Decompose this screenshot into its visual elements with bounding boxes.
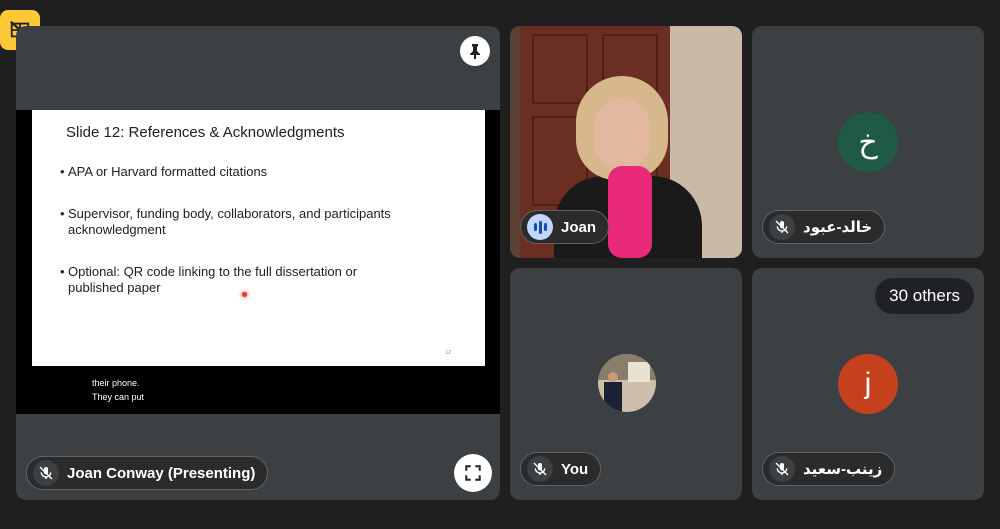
laser-pointer — [242, 292, 247, 297]
participant-name: Joan — [561, 218, 597, 236]
slide-bullet: • Supervisor, funding body, collaborators… — [60, 206, 391, 237]
pin-icon — [470, 44, 480, 59]
avatar — [598, 354, 656, 412]
participant-name: خالد-عبود — [803, 219, 873, 236]
slide-page-number: 12 — [445, 350, 451, 356]
avatar: خ — [838, 112, 898, 172]
speaking-icon — [527, 214, 553, 240]
presenter-name-pill: Joan Conway (Presenting) — [26, 456, 269, 490]
mic-off-icon — [527, 456, 553, 482]
presenter-name: Joan Conway (Presenting) — [67, 464, 256, 482]
participant-tile-khalid[interactable]: خ خالد-عبود — [752, 26, 984, 258]
caption-line: They can put — [92, 392, 145, 402]
mic-off-icon — [769, 456, 795, 482]
participant-tile-others[interactable]: 30 others j زينب-سعيد — [752, 268, 984, 500]
participant-name-pill: زينب-سعيد — [762, 452, 896, 486]
shared-screen: Slide 12: References & Acknowledgments •… — [16, 110, 500, 414]
participant-tile-joan[interactable]: Joan — [510, 26, 742, 258]
pin-button[interactable] — [460, 36, 490, 66]
avatar: j — [838, 354, 898, 414]
mic-off-icon — [769, 214, 795, 240]
slide: Slide 12: References & Acknowledgments •… — [32, 110, 485, 366]
participant-name-pill: Joan — [520, 210, 610, 244]
meeting-stage: Slide 12: References & Acknowledgments •… — [0, 0, 1000, 529]
participant-tile-you[interactable]: You — [510, 268, 742, 500]
participant-name-pill: خالد-عبود — [762, 210, 886, 244]
mic-off-icon — [33, 460, 59, 486]
slide-title: Slide 12: References & Acknowledgments — [66, 124, 345, 141]
fullscreen-button[interactable] — [454, 454, 492, 492]
participant-name: زينب-سعيد — [803, 461, 883, 478]
others-count-badge: 30 others — [875, 278, 974, 314]
participant-name: You — [561, 460, 589, 478]
participant-name-pill: You — [520, 452, 602, 486]
slide-bullet: • APA or Harvard formatted citations — [60, 164, 268, 179]
fullscreen-icon — [465, 465, 481, 481]
presentation-tile[interactable]: Slide 12: References & Acknowledgments •… — [16, 26, 500, 500]
slide-bullet: • Optional: QR code linking to the full d… — [60, 264, 358, 295]
caption-line: their phone. — [92, 378, 140, 388]
